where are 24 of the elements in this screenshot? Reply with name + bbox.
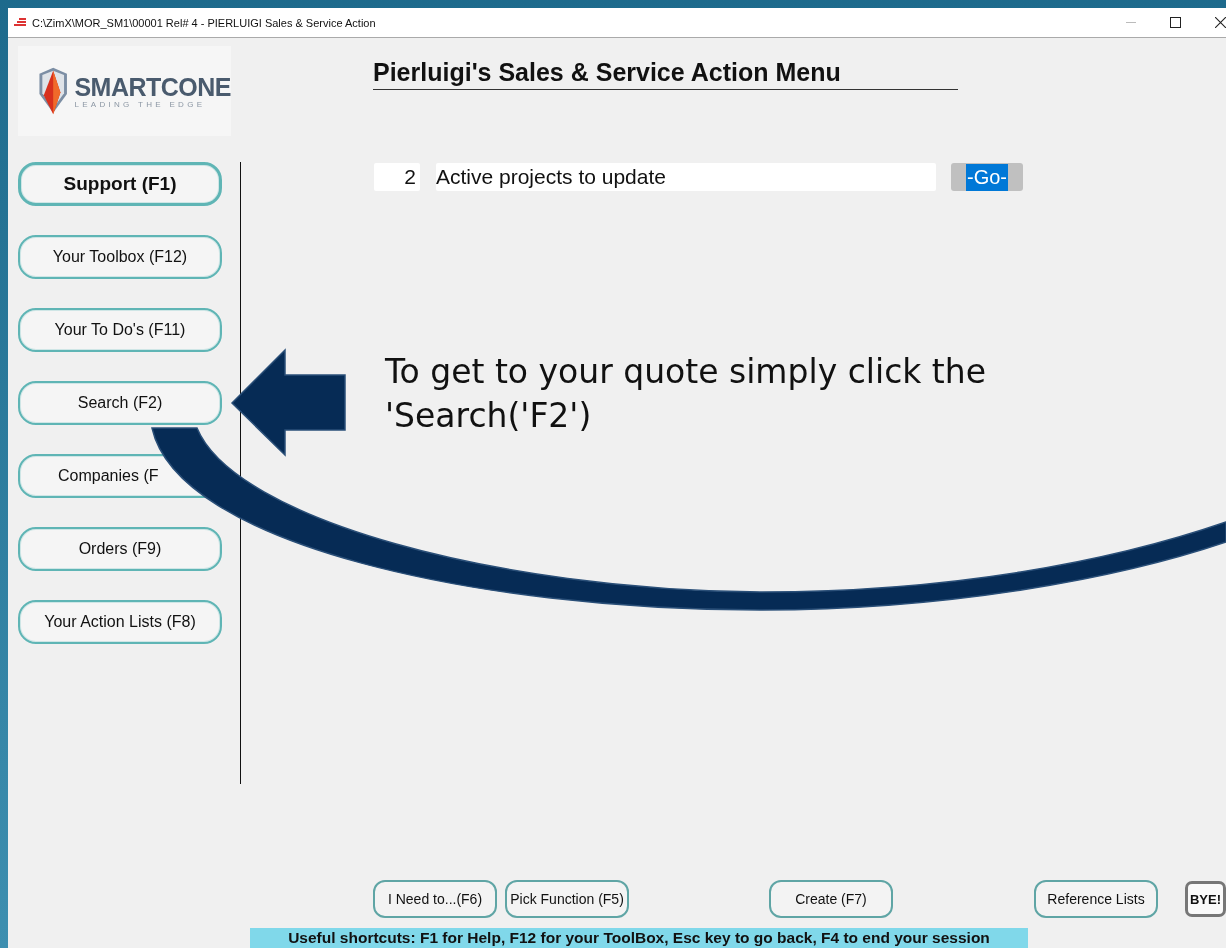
footer-button[interactable]: Create (F7) [769,880,893,918]
window-title: C:\ZimX\MOR_SM1\00001 Rel# 4 - PIERLUIGI Sales & Service Action [32,16,376,29]
footer-button[interactable]: I Need to...(F6) [373,880,497,918]
maximize-icon[interactable] [1170,17,1181,28]
left-arrow-icon [230,348,346,457]
page-title: Pierluigi's Sales & Service Action Menu [373,58,958,90]
app-icon [14,17,26,28]
logo-tagline: LEADING THE EDGE [74,99,207,109]
action-label-field: Active projects to update [436,163,936,191]
sidebar-button[interactable]: Orders (F9) [18,527,222,571]
sidebar-button[interactable]: Your Action Lists (F8) [18,600,222,644]
sidebar-button[interactable]: Support (F1) [18,162,222,206]
count-field: 2 [374,163,420,191]
callout-text: To get to your quote simply click the 'Search('F2') [385,351,988,437]
exit-button[interactable]: BYE! [1185,881,1226,917]
close-icon[interactable] [1215,17,1226,28]
sidebar-button[interactable]: Your Toolbox (F12) [18,235,222,279]
footer-button[interactable]: Reference Lists [1034,880,1158,918]
sidebar-button[interactable]: Search (F2) [18,381,222,425]
footer-button[interactable]: Pick Function (F5) [505,880,629,918]
status-bar: Useful shortcuts: F1 for Help, F12 for your ToolBox, Esc key to go back, F4 to end your session [250,928,1028,948]
sidebar-button[interactable]: Your To Do's (F11) [18,308,222,352]
go-button[interactable]: -Go- [951,163,1023,191]
logo-name: SMARTCONE [74,73,231,100]
